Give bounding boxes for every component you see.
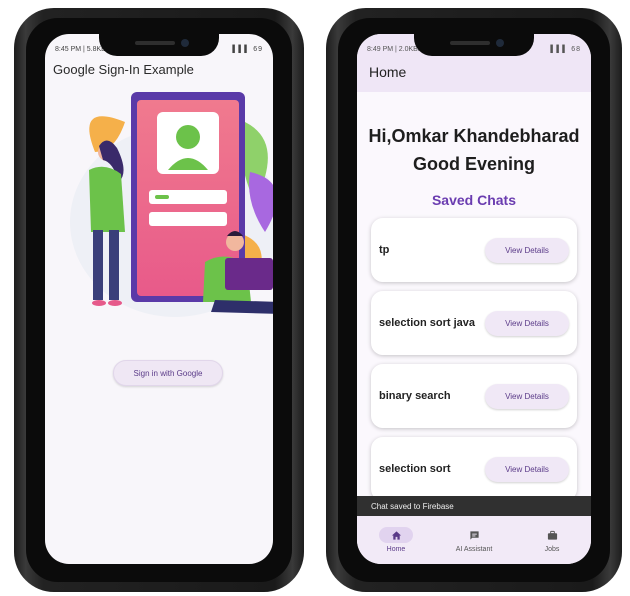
left-phone-frame: 8:45 PM | 5.8KB/s ▌▌▌ 69 Google Sign-In … (14, 8, 304, 592)
nav-jobs[interactable]: Jobs (517, 527, 587, 553)
nav-label: Home (386, 546, 406, 553)
greeting-name: Hi,Omkar Khandebharad (368, 126, 580, 146)
status-time: 8:49 PM | 2.0KB/s (367, 45, 424, 53)
chat-title: binary search (379, 390, 451, 402)
snackbar: Chat saved to Firebase (357, 496, 591, 516)
nav-ai-assistant[interactable]: AI Assistant (439, 527, 509, 553)
nav-home[interactable]: Home (361, 527, 431, 553)
chat-card: tp View Details (371, 218, 577, 282)
appbar-title: Home (369, 64, 407, 80)
greeting-time: Good Evening (412, 154, 535, 174)
phone-notch (414, 34, 534, 56)
briefcase-icon (535, 527, 569, 543)
saved-chats-list: tp View Details selection sort java View… (371, 218, 577, 510)
view-details-button[interactable]: View Details (485, 237, 569, 263)
home-screen: 8:49 PM | 2.0KB/s ▌▌▌ 68 Home Hi,Omkar K… (357, 34, 591, 564)
home-icon (379, 527, 413, 543)
view-details-button[interactable]: View Details (485, 456, 569, 482)
chat-card: selection sort View Details (371, 437, 577, 501)
status-icons: ▌▌▌ 68 (550, 45, 581, 53)
chat-title: selection sort (379, 463, 451, 475)
view-details-button[interactable]: View Details (485, 310, 569, 336)
google-signin-button[interactable]: Sign in with Google (113, 360, 223, 386)
view-details-button[interactable]: View Details (485, 383, 569, 409)
saved-chats-title: Saved Chats (431, 192, 517, 208)
greeting: Hi,Omkar Khandebharad Good Evening (357, 122, 591, 178)
phone-bezel: 8:45 PM | 5.8KB/s ▌▌▌ 69 Google Sign-In … (26, 18, 292, 582)
right-phone-frame: 8:49 PM | 2.0KB/s ▌▌▌ 68 Home Hi,Omkar K… (326, 8, 622, 592)
signin-screen: 8:45 PM | 5.8KB/s ▌▌▌ 69 Google Sign-In … (45, 34, 273, 564)
app-title: Google Sign-In Example (53, 62, 194, 77)
chat-icon (457, 527, 491, 543)
chat-card: binary search View Details (371, 364, 577, 428)
phone-notch (99, 34, 219, 56)
status-icons: ▌▌▌ 69 (232, 45, 263, 53)
nav-label: AI Assistant (455, 546, 493, 553)
chat-card: selection sort java View Details (371, 291, 577, 355)
bottom-navigation: Home AI Assistant Jobs (357, 516, 591, 564)
login-illustration (70, 92, 273, 317)
nav-label: Jobs (544, 546, 560, 553)
chat-title: selection sort java (379, 317, 475, 329)
phone-bezel: 8:49 PM | 2.0KB/s ▌▌▌ 68 Home Hi,Omkar K… (338, 18, 610, 582)
chat-title: tp (379, 244, 390, 256)
